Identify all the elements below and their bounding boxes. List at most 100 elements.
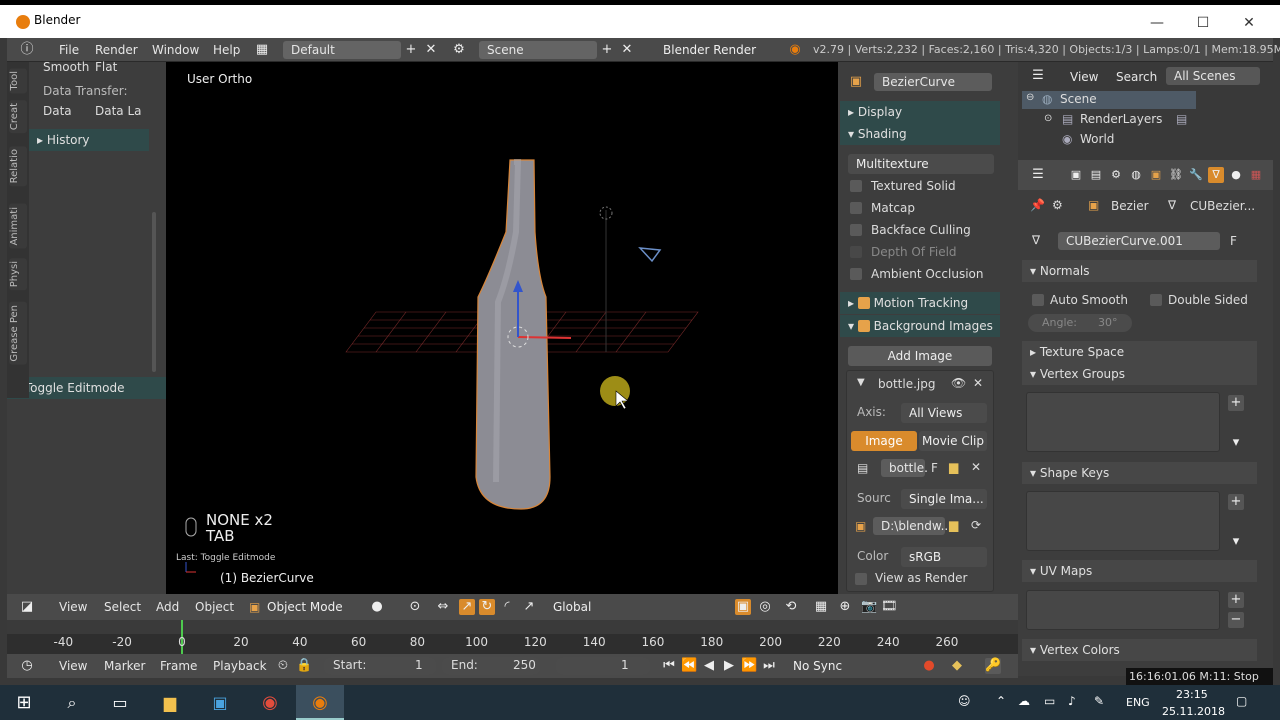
modifiers-tab-icon[interactable]: 🔧 [1188, 167, 1204, 183]
motion-tracking-header[interactable]: ▸ Motion Tracking [840, 292, 1000, 314]
blender-taskbar-icon[interactable]: ◉ [296, 685, 344, 720]
expand-icon[interactable]: ⊖ [1026, 92, 1034, 103]
reload-image-icon[interactable]: ⟳ [971, 518, 981, 532]
timeline-menu-frame[interactable]: Frame [160, 659, 197, 673]
onedrive-icon[interactable]: ☁ [1018, 694, 1030, 708]
opengl-render-icon[interactable]: 📷 [861, 599, 877, 615]
remove-uv-map-button[interactable]: − [1228, 612, 1244, 628]
tab-movie-clip[interactable]: Movie Clip [919, 431, 987, 451]
ambient-occlusion-checkbox[interactable] [850, 268, 862, 280]
scene-tab-icon[interactable]: ⚙ [1108, 167, 1124, 183]
texture-tab-icon[interactable]: ▦ [1248, 167, 1264, 183]
keying-set-icon[interactable]: ◆ [949, 658, 965, 674]
pin-icon[interactable]: 📌 [1030, 198, 1045, 212]
translate-manipulator-icon[interactable]: ↗ [459, 599, 475, 615]
render-engine-dropdown[interactable]: Blender Render [655, 40, 771, 60]
viewport-menu-select[interactable]: Select [104, 600, 141, 614]
remove-image-button[interactable]: ✕ [973, 376, 983, 390]
outliner-editor-icon[interactable]: ☰ [1030, 68, 1046, 84]
volume-icon[interactable]: ♪ [1068, 694, 1076, 708]
layers-toggle-icon[interactable]: ▣ [735, 599, 751, 615]
preview-range-icon[interactable]: ⏲ [275, 658, 291, 674]
properties-editor-icon[interactable]: ☰ [1030, 167, 1046, 183]
pen-icon[interactable]: ✎ [1094, 694, 1104, 708]
data-layers-button[interactable]: Data La [95, 104, 142, 118]
tool-shelf-scrollbar[interactable] [152, 212, 156, 372]
open-folder-icon[interactable]: ▆ [949, 460, 958, 474]
viewport-menu-add[interactable]: Add [156, 600, 179, 614]
source-dropdown[interactable]: Single Ima... [901, 489, 987, 509]
backface-culling-checkbox[interactable] [850, 224, 862, 236]
file-explorer-icon[interactable]: ▆ [146, 685, 194, 720]
timeline-menu-marker[interactable]: Marker [104, 659, 145, 673]
people-icon[interactable]: ☺ [958, 694, 971, 708]
display-panel-header[interactable]: ▸ Display [840, 101, 1000, 123]
store-icon[interactable]: ▣ [196, 685, 244, 720]
viewport-shading-icon[interactable]: ● [369, 599, 385, 615]
proportional-edit-icon[interactable]: ◎ [757, 599, 773, 615]
sync-mode-dropdown[interactable]: No Sync [785, 656, 903, 676]
clock-date[interactable]: 25.11.2018 [1162, 705, 1225, 720]
play-reverse-button[interactable]: ◀ [701, 658, 717, 674]
tab-grease-pencil[interactable]: Grease Pen [9, 302, 27, 365]
vertex-groups-header[interactable]: ▾ Vertex Groups [1022, 363, 1257, 385]
fake-user-button[interactable]: F [1230, 234, 1237, 248]
background-images-checkbox[interactable] [857, 320, 870, 332]
current-frame-field[interactable]: 1 [555, 657, 651, 675]
maximize-button[interactable]: ☐ [1180, 9, 1226, 37]
double-sided-checkbox[interactable] [1150, 294, 1162, 306]
fake-user-button[interactable]: F [931, 461, 938, 475]
add-scene-button[interactable]: + [599, 42, 615, 58]
notifications-icon[interactable]: ▢ [1236, 694, 1247, 708]
material-tab-icon[interactable]: ● [1228, 167, 1244, 183]
outliner-display-mode[interactable]: All Scenes [1166, 67, 1260, 85]
browse-file-icon[interactable]: ▆ [949, 518, 958, 532]
timeline-menu-view[interactable]: View [59, 659, 87, 673]
start-frame-field[interactable]: Start: 1 [323, 657, 437, 675]
jump-start-button[interactable]: ⏮ [661, 658, 677, 674]
uv-maps-header[interactable]: ▾ UV Maps [1022, 560, 1257, 582]
play-button[interactable]: ▶ [721, 658, 737, 674]
outliner-menu-view[interactable]: View [1070, 70, 1098, 84]
search-icon[interactable]: ⌕ [48, 685, 96, 720]
viewport-menu-view[interactable]: View [59, 600, 87, 614]
collapse-triangle-icon[interactable]: ▼ [857, 377, 865, 388]
record-button[interactable]: ● [921, 658, 937, 674]
menu-file[interactable]: File [59, 43, 79, 57]
expand-icon[interactable]: ⊙ [1044, 113, 1052, 124]
outliner-scene-row[interactable]: ⊖ ◍ Scene [1022, 91, 1196, 109]
render-tab-icon[interactable]: ▣ [1068, 167, 1084, 183]
data-transfer-button[interactable]: Data [43, 104, 72, 118]
rotate-manipulator-icon[interactable]: ↻ [479, 599, 495, 615]
task-view-icon[interactable]: ▭ [96, 685, 144, 720]
3d-viewport[interactable]: User Ortho NONE x2 TAB Last: Toggle Edit… [166, 62, 838, 594]
shape-key-menu-icon[interactable]: ▾ [1228, 534, 1244, 550]
network-icon[interactable]: ▭ [1044, 694, 1055, 708]
scene-icon[interactable]: ⚙ [451, 42, 467, 58]
image-path-field[interactable]: D:\blendw... [873, 517, 952, 535]
vertex-group-menu-icon[interactable]: ▾ [1228, 435, 1244, 451]
add-uv-map-button[interactable]: + [1228, 592, 1244, 608]
manipulator-toggle-icon[interactable]: ⇔ [435, 599, 451, 615]
shading-smooth-button[interactable]: Smooth [43, 60, 89, 74]
tab-animation[interactable]: Animati [9, 204, 27, 249]
snap-element-icon[interactable]: ▦ [813, 599, 829, 615]
data-tab-icon[interactable]: ∇ [1208, 167, 1224, 183]
scene-field[interactable]: Scene [479, 41, 597, 59]
add-layout-button[interactable]: + [403, 42, 419, 58]
snap-toggle-icon[interactable]: ⟲ [783, 599, 799, 615]
opengl-anim-icon[interactable]: 🎞 [881, 599, 898, 615]
constraints-tab-icon[interactable]: ⛓ [1168, 167, 1184, 183]
world-tab-icon[interactable]: ◍ [1128, 167, 1144, 183]
timeline-menu-playback[interactable]: Playback [213, 659, 267, 673]
auto-smooth-checkbox[interactable] [1032, 294, 1044, 306]
minimize-button[interactable]: — [1134, 9, 1180, 37]
visibility-eye-icon[interactable]: 👁 [951, 376, 966, 390]
layout-field[interactable]: Default [283, 41, 401, 59]
remove-scene-button[interactable]: ✕ [619, 42, 635, 58]
pivot-point-icon[interactable]: ⊙ [407, 599, 423, 615]
color-space-dropdown[interactable]: sRGB [901, 547, 987, 567]
start-button-icon[interactable]: ⊞ [0, 685, 48, 720]
vertex-colors-header[interactable]: ▾ Vertex Colors [1022, 639, 1257, 661]
editor-type-icon[interactable]: ◪ [19, 599, 35, 615]
